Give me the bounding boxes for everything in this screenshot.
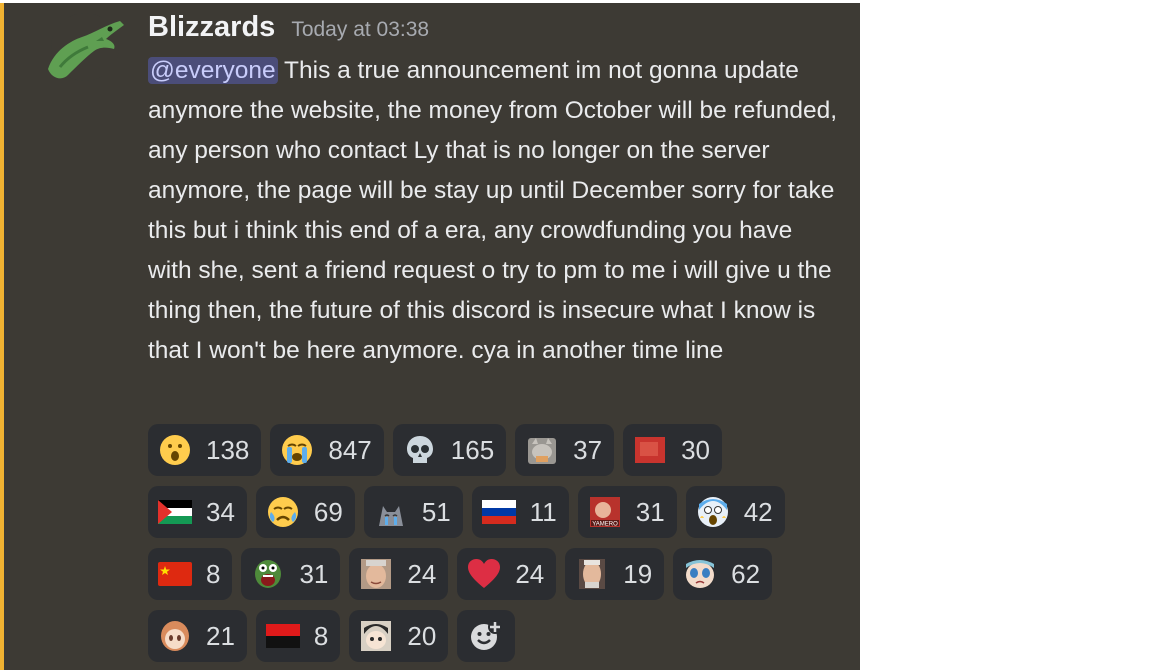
reaction-count: 37 [573,434,603,465]
reaction-button[interactable]: 34 [148,486,247,538]
anime-girl-face-icon [158,620,192,652]
surprised-face-icon [158,434,192,466]
reaction-count: 20 [407,620,437,651]
add-reaction-icon [469,620,503,652]
reaction-button[interactable]: 51 [363,486,463,538]
crying-cat-icon [374,496,408,528]
red-heart-icon [467,558,501,590]
harold-face-icon [359,558,393,590]
anime-character-face-icon [359,620,393,652]
red-blurry-image-icon [633,434,667,466]
palestine-flag-icon [158,496,192,528]
reaction-button[interactable]: YAMERO 31 [577,486,677,538]
reaction-count: 21 [206,620,235,651]
anime-crying-face-icon [683,558,717,590]
reaction-row: 8 31 24 24 19 62 [148,548,848,600]
svg-text:YAMERO: YAMERO [592,522,618,528]
reaction-count: 24 [515,558,545,589]
username[interactable]: Blizzards [148,11,275,44]
reaction-button[interactable]: 24 [457,548,557,600]
reaction-row: 21 8 20 [148,610,848,662]
reaction-count: 30 [681,434,711,465]
reaction-count: 8 [206,558,221,589]
screaming-face-icon [696,496,730,528]
pepe-scream-icon [251,558,285,590]
reaction-count: 31 [299,558,329,589]
reaction-button[interactable]: 21 [148,610,247,662]
crying-face-icon [266,496,300,528]
reaction-button[interactable]: 847 [270,424,384,476]
reaction-count: 42 [743,496,773,527]
skull-icon [403,434,437,466]
reaction-row: 138 847 165 37 30 [148,424,848,476]
reaction-count: 138 [206,434,250,465]
message-text: This a true announcement im not gonna up… [148,57,838,364]
message-content: @everyone This a true announcement im no… [148,51,838,371]
message-container: Blizzards Today at 03:38 @everyone This … [0,3,860,670]
china-flag-icon [158,558,192,590]
reaction-button[interactable]: 165 [392,424,507,476]
reaction-button[interactable]: 62 [673,548,773,600]
reaction-count: 69 [313,496,343,527]
reactions-bar: 138 847 165 37 30 34 69 51 11 YAMERO 31 … [148,424,848,672]
reaction-button[interactable]: 8 [148,548,233,600]
reaction-count: 31 [635,496,665,527]
yamero-image-icon: YAMERO [588,496,622,528]
reaction-button[interactable]: 11 [471,486,569,538]
reaction-count: 24 [407,558,437,589]
reaction-button[interactable]: 31 [241,548,341,600]
reaction-button[interactable]: 42 [685,486,785,538]
reaction-count: 34 [206,496,235,527]
reaction-button[interactable]: 24 [349,548,449,600]
add-reaction-button[interactable] [457,610,516,662]
timestamp[interactable]: Today at 03:38 [291,18,429,42]
reaction-count: 165 [450,434,495,465]
avatar-crocodile-icon[interactable] [40,11,130,83]
reaction-count: 51 [421,496,451,527]
reaction-count: 847 [328,434,372,465]
loudly-crying-face-icon [280,434,314,466]
reaction-button[interactable]: 19 [565,548,665,600]
reaction-button[interactable]: 30 [623,424,723,476]
old-man-face-icon [575,558,609,590]
reaction-count: 19 [623,558,653,589]
grey-cat-sticker-icon [525,434,559,466]
reaction-button[interactable]: 8 [255,610,341,662]
reaction-count: 8 [313,620,329,651]
everyone-mention[interactable]: @everyone [148,57,278,84]
reaction-button[interactable]: 138 [148,424,262,476]
red-black-flag-icon [265,620,300,652]
reaction-row: 34 69 51 11 YAMERO 31 42 [148,486,848,538]
reaction-count: 11 [529,496,557,527]
reaction-button[interactable]: 69 [255,486,355,538]
reaction-count: 62 [731,558,761,589]
reaction-button[interactable]: 37 [515,424,615,476]
message-header: Blizzards Today at 03:38 [148,11,429,47]
reaction-button[interactable]: 20 [349,610,449,662]
russia-flag-icon [481,496,516,528]
